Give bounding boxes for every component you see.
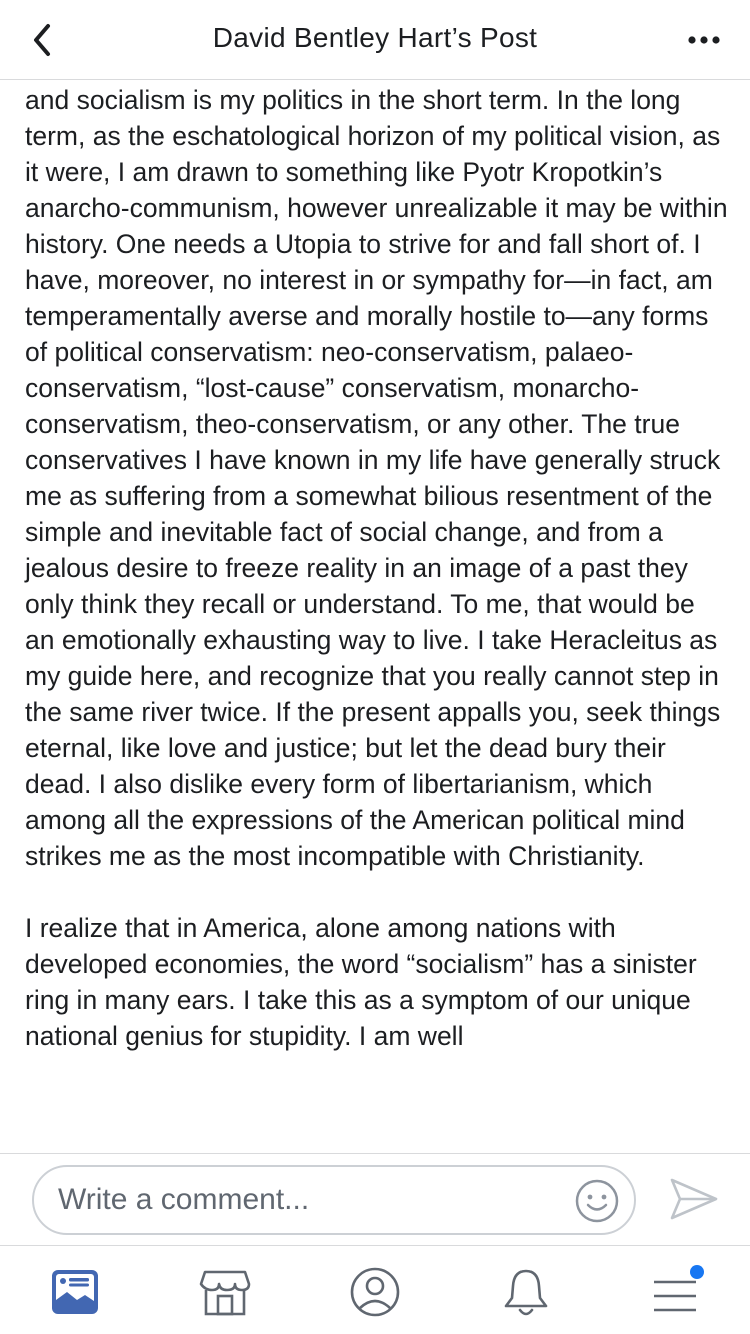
post-paragraph: and socialism is my politics in the shor… bbox=[25, 85, 728, 871]
post-paragraph: I realize that in America, alone among n… bbox=[25, 913, 697, 1051]
send-icon bbox=[670, 1178, 718, 1220]
comment-bar: Write a comment... bbox=[0, 1153, 750, 1245]
comment-input[interactable]: Write a comment... bbox=[32, 1165, 636, 1235]
tab-marketplace[interactable] bbox=[197, 1264, 253, 1320]
send-button[interactable] bbox=[666, 1174, 722, 1224]
emoji-smile-icon bbox=[575, 1179, 619, 1223]
tab-profile[interactable] bbox=[347, 1264, 403, 1320]
notifications-bell-icon bbox=[504, 1269, 548, 1316]
more-dots-icon bbox=[688, 36, 720, 44]
profile-icon bbox=[350, 1267, 400, 1317]
tab-menu[interactable] bbox=[648, 1264, 704, 1320]
page-title: David Bentley Hart’s Post bbox=[212, 22, 538, 53]
tab-notifications[interactable] bbox=[498, 1264, 554, 1320]
news-feed-icon bbox=[52, 1270, 98, 1314]
notification-badge bbox=[690, 1265, 704, 1279]
more-options-button[interactable] bbox=[686, 22, 726, 58]
top-nav-bar: David Bentley Hart’s Post bbox=[0, 0, 750, 80]
bottom-tab-bar bbox=[0, 1245, 750, 1334]
tab-news-feed[interactable] bbox=[47, 1264, 103, 1320]
menu-icon bbox=[654, 1265, 704, 1312]
post-content: and socialism is my politics in the shor… bbox=[0, 80, 750, 1153]
comment-placeholder: Write a comment... bbox=[58, 1183, 310, 1216]
marketplace-icon bbox=[199, 1270, 251, 1316]
emoji-button[interactable] bbox=[574, 1178, 620, 1224]
